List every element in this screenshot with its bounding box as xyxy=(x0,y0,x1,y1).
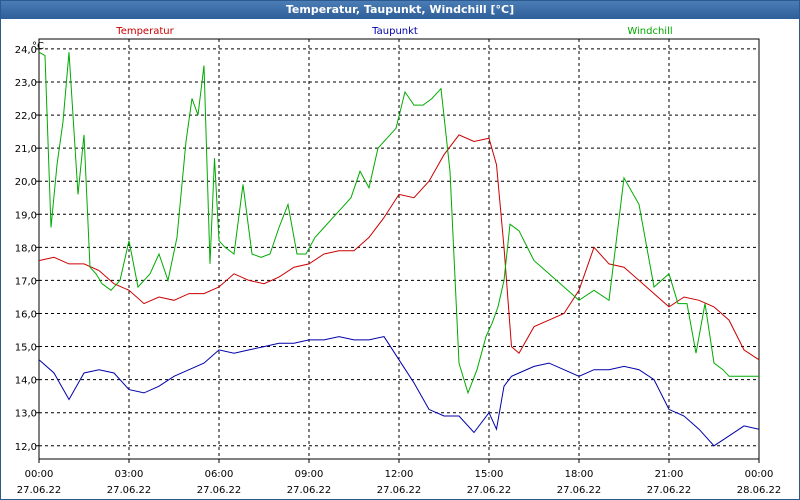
x-tick-date: 27.06.22 xyxy=(17,485,62,496)
y-tick-label: 12,0 xyxy=(15,442,37,453)
x-tick-time: 03:00 xyxy=(115,469,144,480)
x-tick-date: 28.06.22 xyxy=(737,485,782,496)
y-tick-label: 18,0 xyxy=(15,243,37,254)
legend-temperatur: Temperatur xyxy=(115,26,174,37)
y-tick-label: 16,0 xyxy=(15,309,37,320)
x-tick-time: 12:00 xyxy=(385,469,414,480)
x-tick-date: 27.06.22 xyxy=(467,485,512,496)
chart: 24,023,022,021,020,019,018,017,016,015,0… xyxy=(15,26,782,496)
x-axis: 00:00 27.06.22 03:00 27.06.22 06:00 27.06.22 0… xyxy=(17,459,782,496)
x-tick-date: 27.06.22 xyxy=(557,485,602,496)
y-tick-label: 14,0 xyxy=(15,376,37,387)
y-tick-label: 19,0 xyxy=(15,210,37,221)
x-tick-time: 21:00 xyxy=(655,469,684,480)
x-tick-date: 27.06.22 xyxy=(377,485,422,496)
y-tick-label: 17,0 xyxy=(15,276,37,287)
legend-taupunkt: Taupunkt xyxy=(371,26,418,37)
grid xyxy=(39,39,759,459)
x-tick-time: 09:00 xyxy=(295,469,324,480)
x-tick-time: 00:00 xyxy=(745,469,774,480)
x-tick-time: 15:00 xyxy=(475,469,504,480)
y-axis-label: °C xyxy=(32,41,44,52)
y-tick-label: 22,0 xyxy=(15,111,37,122)
y-axis: 24,023,022,021,020,019,018,017,016,015,0… xyxy=(15,45,39,453)
x-tick-time: 00:00 xyxy=(25,469,54,480)
x-tick-time: 06:00 xyxy=(205,469,234,480)
y-tick-label: 23,0 xyxy=(15,78,37,89)
x-tick-date: 27.06.22 xyxy=(287,485,332,496)
x-tick-date: 27.06.22 xyxy=(107,485,152,496)
x-tick-time: 18:00 xyxy=(565,469,594,480)
legend-windchill: Windchill xyxy=(627,26,672,37)
y-tick-label: 15,0 xyxy=(15,343,37,354)
x-tick-date: 27.06.22 xyxy=(197,485,242,496)
y-tick-label: 13,0 xyxy=(15,409,37,420)
y-tick-label: 21,0 xyxy=(15,144,37,155)
y-tick-label: 20,0 xyxy=(15,177,37,188)
x-tick-date: 27.06.22 xyxy=(647,485,692,496)
